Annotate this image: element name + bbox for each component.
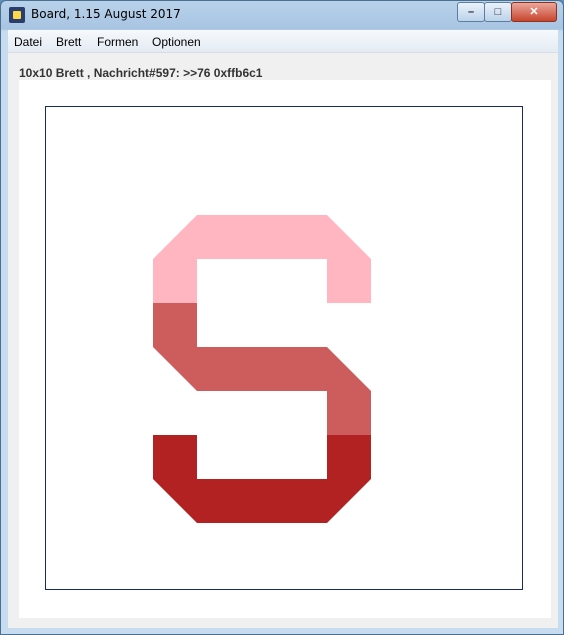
- board-frame[interactable]: [45, 106, 523, 590]
- letter-s-middle-segment: [153, 303, 371, 435]
- window-controls: – □ ✕: [457, 2, 557, 22]
- maximize-icon: □: [494, 6, 502, 18]
- menu-datei[interactable]: Datei: [14, 35, 42, 49]
- board-canvas: [153, 215, 371, 523]
- letter-s-bottom-segment: [153, 435, 371, 523]
- menu-brett[interactable]: Brett: [56, 35, 81, 49]
- menu-bar: Datei Brett Formen Optionen: [8, 30, 558, 53]
- minimize-icon: –: [467, 6, 475, 18]
- menu-optionen[interactable]: Optionen: [152, 35, 201, 49]
- close-button[interactable]: ✕: [511, 2, 557, 22]
- window-title: Board, 1.15 August 2017: [31, 7, 181, 21]
- minimize-button[interactable]: –: [457, 2, 485, 22]
- board-panel: [19, 80, 551, 618]
- letter-s-top-segment: [153, 215, 371, 303]
- app-icon: [9, 7, 25, 23]
- client-area: Datei Brett Formen Optionen 10x10 Brett …: [8, 30, 558, 628]
- app-window: Board, 1.15 August 2017 – □ ✕ Datei Bret…: [0, 0, 564, 635]
- status-label: 10x10 Brett , Nachricht#597: >>76 0xffb6…: [19, 66, 263, 80]
- maximize-button[interactable]: □: [484, 2, 512, 22]
- title-bar[interactable]: Board, 1.15 August 2017 – □ ✕: [1, 1, 563, 29]
- close-icon: ✕: [529, 6, 539, 18]
- menu-formen[interactable]: Formen: [97, 35, 138, 49]
